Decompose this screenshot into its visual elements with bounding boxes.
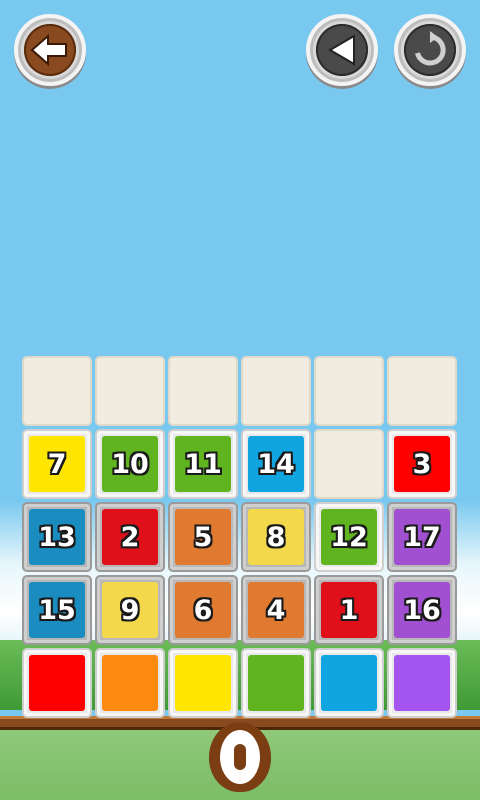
number-tile: 13 <box>29 509 85 565</box>
empty-slot[interactable] <box>168 356 238 426</box>
tile-cell[interactable]: 14 <box>241 429 311 499</box>
target-slot-yellow[interactable] <box>168 648 238 718</box>
tile-row-3: 15 9 6 4 1 16 <box>22 575 460 645</box>
green-target <box>248 655 304 711</box>
empty-slot[interactable] <box>22 356 92 426</box>
tile-cell[interactable]: 8 <box>241 502 311 572</box>
number-tile: 12 <box>321 509 377 565</box>
tile-cell[interactable]: 2 <box>95 502 165 572</box>
tile-row-1: 7 10 11 14 3 <box>22 429 460 499</box>
number-tile: 5 <box>175 509 231 565</box>
tile-cell[interactable]: 12 <box>314 502 384 572</box>
arrow-left-icon <box>30 34 67 66</box>
purple-target <box>394 655 450 711</box>
number-tile: 10 <box>102 436 158 492</box>
yellow-target <box>175 655 231 711</box>
number-tile: 1 <box>321 582 377 638</box>
number-tile: 16 <box>394 582 450 638</box>
number-tile: 17 <box>394 509 450 565</box>
empty-slot[interactable] <box>314 356 384 426</box>
number-tile: 3 <box>394 436 450 492</box>
number-tile: 2 <box>102 509 158 565</box>
triangle-left-icon <box>328 34 355 66</box>
target-slot-blue[interactable] <box>314 648 384 718</box>
number-tile: 9 <box>102 582 158 638</box>
tile-cell[interactable]: 15 <box>22 575 92 645</box>
empty-row <box>22 356 460 426</box>
tile-cell[interactable]: 6 <box>168 575 238 645</box>
empty-slot[interactable] <box>95 356 165 426</box>
number-tile: 4 <box>248 582 304 638</box>
center-knob <box>209 722 271 792</box>
tile-cell[interactable]: 13 <box>22 502 92 572</box>
target-slot-green[interactable] <box>241 648 311 718</box>
number-tile: 15 <box>29 582 85 638</box>
target-row <box>22 648 460 718</box>
empty-slot[interactable] <box>314 429 384 499</box>
tile-cell[interactable]: 11 <box>168 429 238 499</box>
empty-slot[interactable] <box>387 356 457 426</box>
empty-slot[interactable] <box>241 356 311 426</box>
undo-button[interactable] <box>306 14 378 86</box>
tile-cell[interactable]: 7 <box>22 429 92 499</box>
number-tile: 11 <box>175 436 231 492</box>
game-board: 7 10 11 14 3 13 2 5 8 12 17 15 9 6 4 1 1… <box>22 356 460 720</box>
number-tile: 14 <box>248 436 304 492</box>
number-tile: 7 <box>29 436 85 492</box>
blue-target <box>321 655 377 711</box>
number-tile: 6 <box>175 582 231 638</box>
orange-target <box>102 655 158 711</box>
tile-cell[interactable]: 3 <box>387 429 457 499</box>
tile-cell[interactable]: 10 <box>95 429 165 499</box>
tile-cell[interactable]: 9 <box>95 575 165 645</box>
red-target <box>29 655 85 711</box>
restart-button[interactable] <box>394 14 466 86</box>
target-slot-red[interactable] <box>22 648 92 718</box>
back-button[interactable] <box>14 14 86 86</box>
target-slot-orange[interactable] <box>95 648 165 718</box>
refresh-icon <box>415 31 446 66</box>
tile-cell[interactable]: 1 <box>314 575 384 645</box>
tile-row-2: 13 2 5 8 12 17 <box>22 502 460 572</box>
number-tile: 8 <box>248 509 304 565</box>
tile-cell[interactable]: 17 <box>387 502 457 572</box>
target-slot-purple[interactable] <box>387 648 457 718</box>
tile-cell[interactable]: 5 <box>168 502 238 572</box>
tile-cell[interactable]: 16 <box>387 575 457 645</box>
tile-cell[interactable]: 4 <box>241 575 311 645</box>
